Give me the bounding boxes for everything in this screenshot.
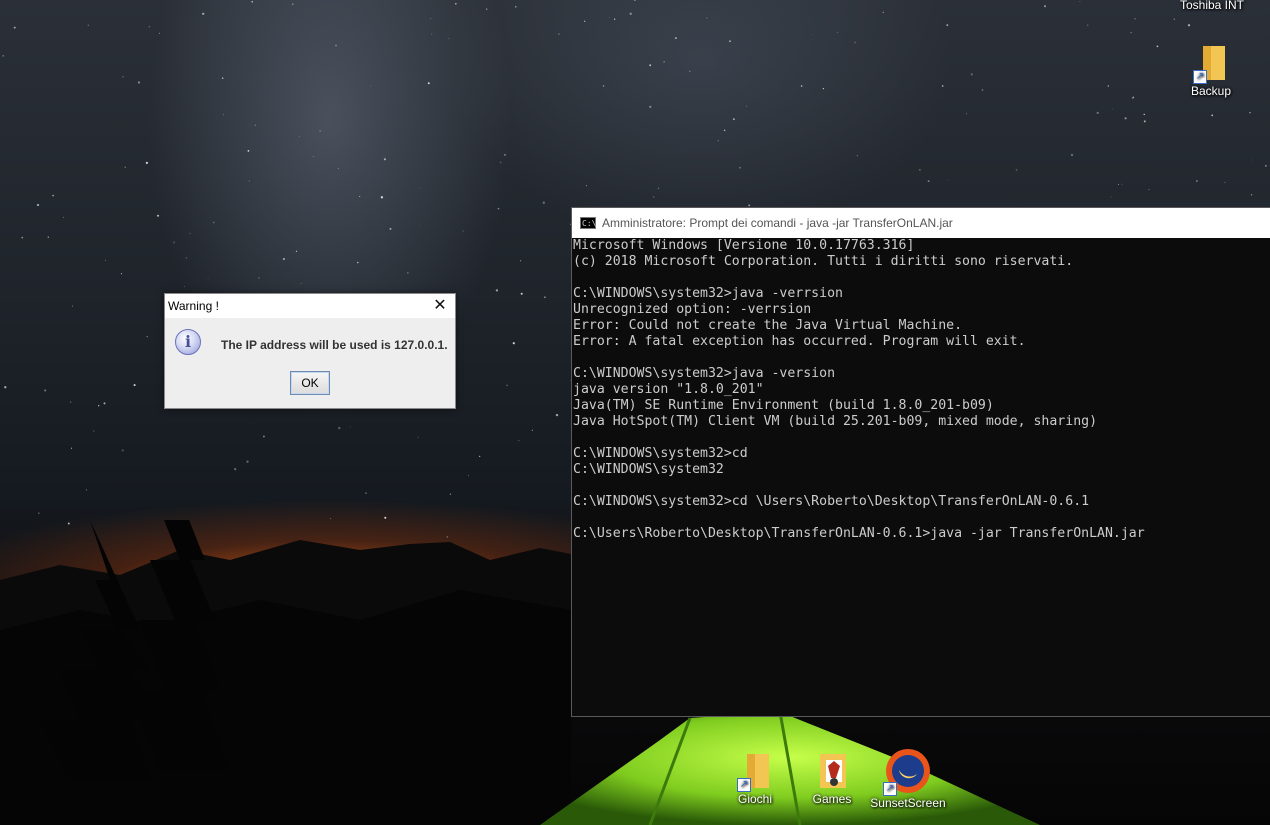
cmd-line: [573, 270, 1270, 286]
desktop-icon-label: Giochi: [737, 792, 772, 806]
cmd-line: C:\WINDOWS\system32>cd \Users\Roberto\De…: [573, 494, 1090, 509]
cmd-line: [573, 478, 1270, 494]
info-icon: i: [175, 329, 201, 355]
desktop-icon-giochi[interactable]: ↗ Giochi: [715, 752, 795, 806]
ok-button[interactable]: OK: [290, 371, 330, 395]
cmd-line: Unrecognized option: -verrsion: [573, 302, 812, 317]
cmd-line: (c) 2018 Microsoft Corporation. Tutti i …: [573, 254, 1074, 269]
shortcut-arrow-icon: ↗: [883, 782, 897, 796]
cmd-line: C:\WINDOWS\system32>java -verrsion: [573, 286, 843, 301]
dialog-message: The IP address will be used is 127.0.0.1…: [221, 338, 448, 352]
cmd-line: Java HotSpot(TM) Client VM (build 25.201…: [573, 414, 1098, 429]
cmd-output[interactable]: Microsoft Windows [Versione 10.0.17763.3…: [572, 238, 1270, 542]
cmd-line: C:\WINDOWS\system32>java -version: [573, 366, 836, 381]
cmd-line: C:\WINDOWS\system32>cd: [573, 446, 748, 461]
desktop-icon-toshiba[interactable]: Download Toshiba INT: [1172, 0, 1252, 12]
cmd-line: [573, 430, 1270, 446]
cmd-line: [573, 510, 1270, 526]
cmd-titlebar[interactable]: C:\ Amministratore: Prompt dei comandi -…: [572, 208, 1270, 238]
folder-icon: ↗: [737, 752, 771, 792]
dialog-titlebar[interactable]: Warning ! ✕: [165, 294, 455, 318]
cmd-line: Error: A fatal exception has occurred. P…: [573, 334, 1026, 349]
cmd-line: C:\Users\Roberto\Desktop\TransferOnLAN-0…: [573, 526, 1145, 541]
cmd-icon: C:\: [580, 217, 597, 229]
cmd-line: Error: Could not create the Java Virtual…: [573, 318, 963, 333]
cmd-line: java version "1.8.0_201": [573, 382, 764, 397]
cmd-line: Microsoft Windows [Versione 10.0.17763.3…: [573, 238, 915, 253]
folder-icon: ↗: [1193, 44, 1227, 84]
sunsetscreen-app-icon: ↗: [883, 748, 931, 796]
desktop-icon-sunsetscreen[interactable]: ↗ SunsetScreen: [868, 748, 948, 810]
close-icon[interactable]: ✕: [425, 294, 455, 318]
games-folder-icon: [816, 752, 848, 790]
desktop-icon-games[interactable]: Games: [792, 752, 872, 806]
desktop-icon-label: Download Toshiba INT: [1179, 0, 1245, 12]
cmd-line: C:\WINDOWS\system32: [573, 462, 724, 477]
cmd-title: Amministratore: Prompt dei comandi - jav…: [602, 216, 953, 230]
desktop-icon-label: Backup: [1190, 84, 1232, 98]
cmd-line: Java(TM) SE Runtime Environment (build 1…: [573, 398, 994, 413]
shortcut-arrow-icon: ↗: [1193, 70, 1207, 84]
desktop-icon-label: Games: [812, 792, 852, 806]
desktop-icon-label: SunsetScreen: [870, 796, 946, 810]
desktop-icon-backup[interactable]: ↗ Backup: [1171, 44, 1251, 98]
dialog-title: Warning !: [168, 299, 219, 313]
cmd-line: [573, 350, 1270, 366]
shortcut-arrow-icon: ↗: [737, 778, 751, 792]
warning-dialog[interactable]: Warning ! ✕ i The IP address will be use…: [164, 293, 456, 409]
command-prompt-window[interactable]: C:\ Amministratore: Prompt dei comandi -…: [571, 207, 1270, 717]
